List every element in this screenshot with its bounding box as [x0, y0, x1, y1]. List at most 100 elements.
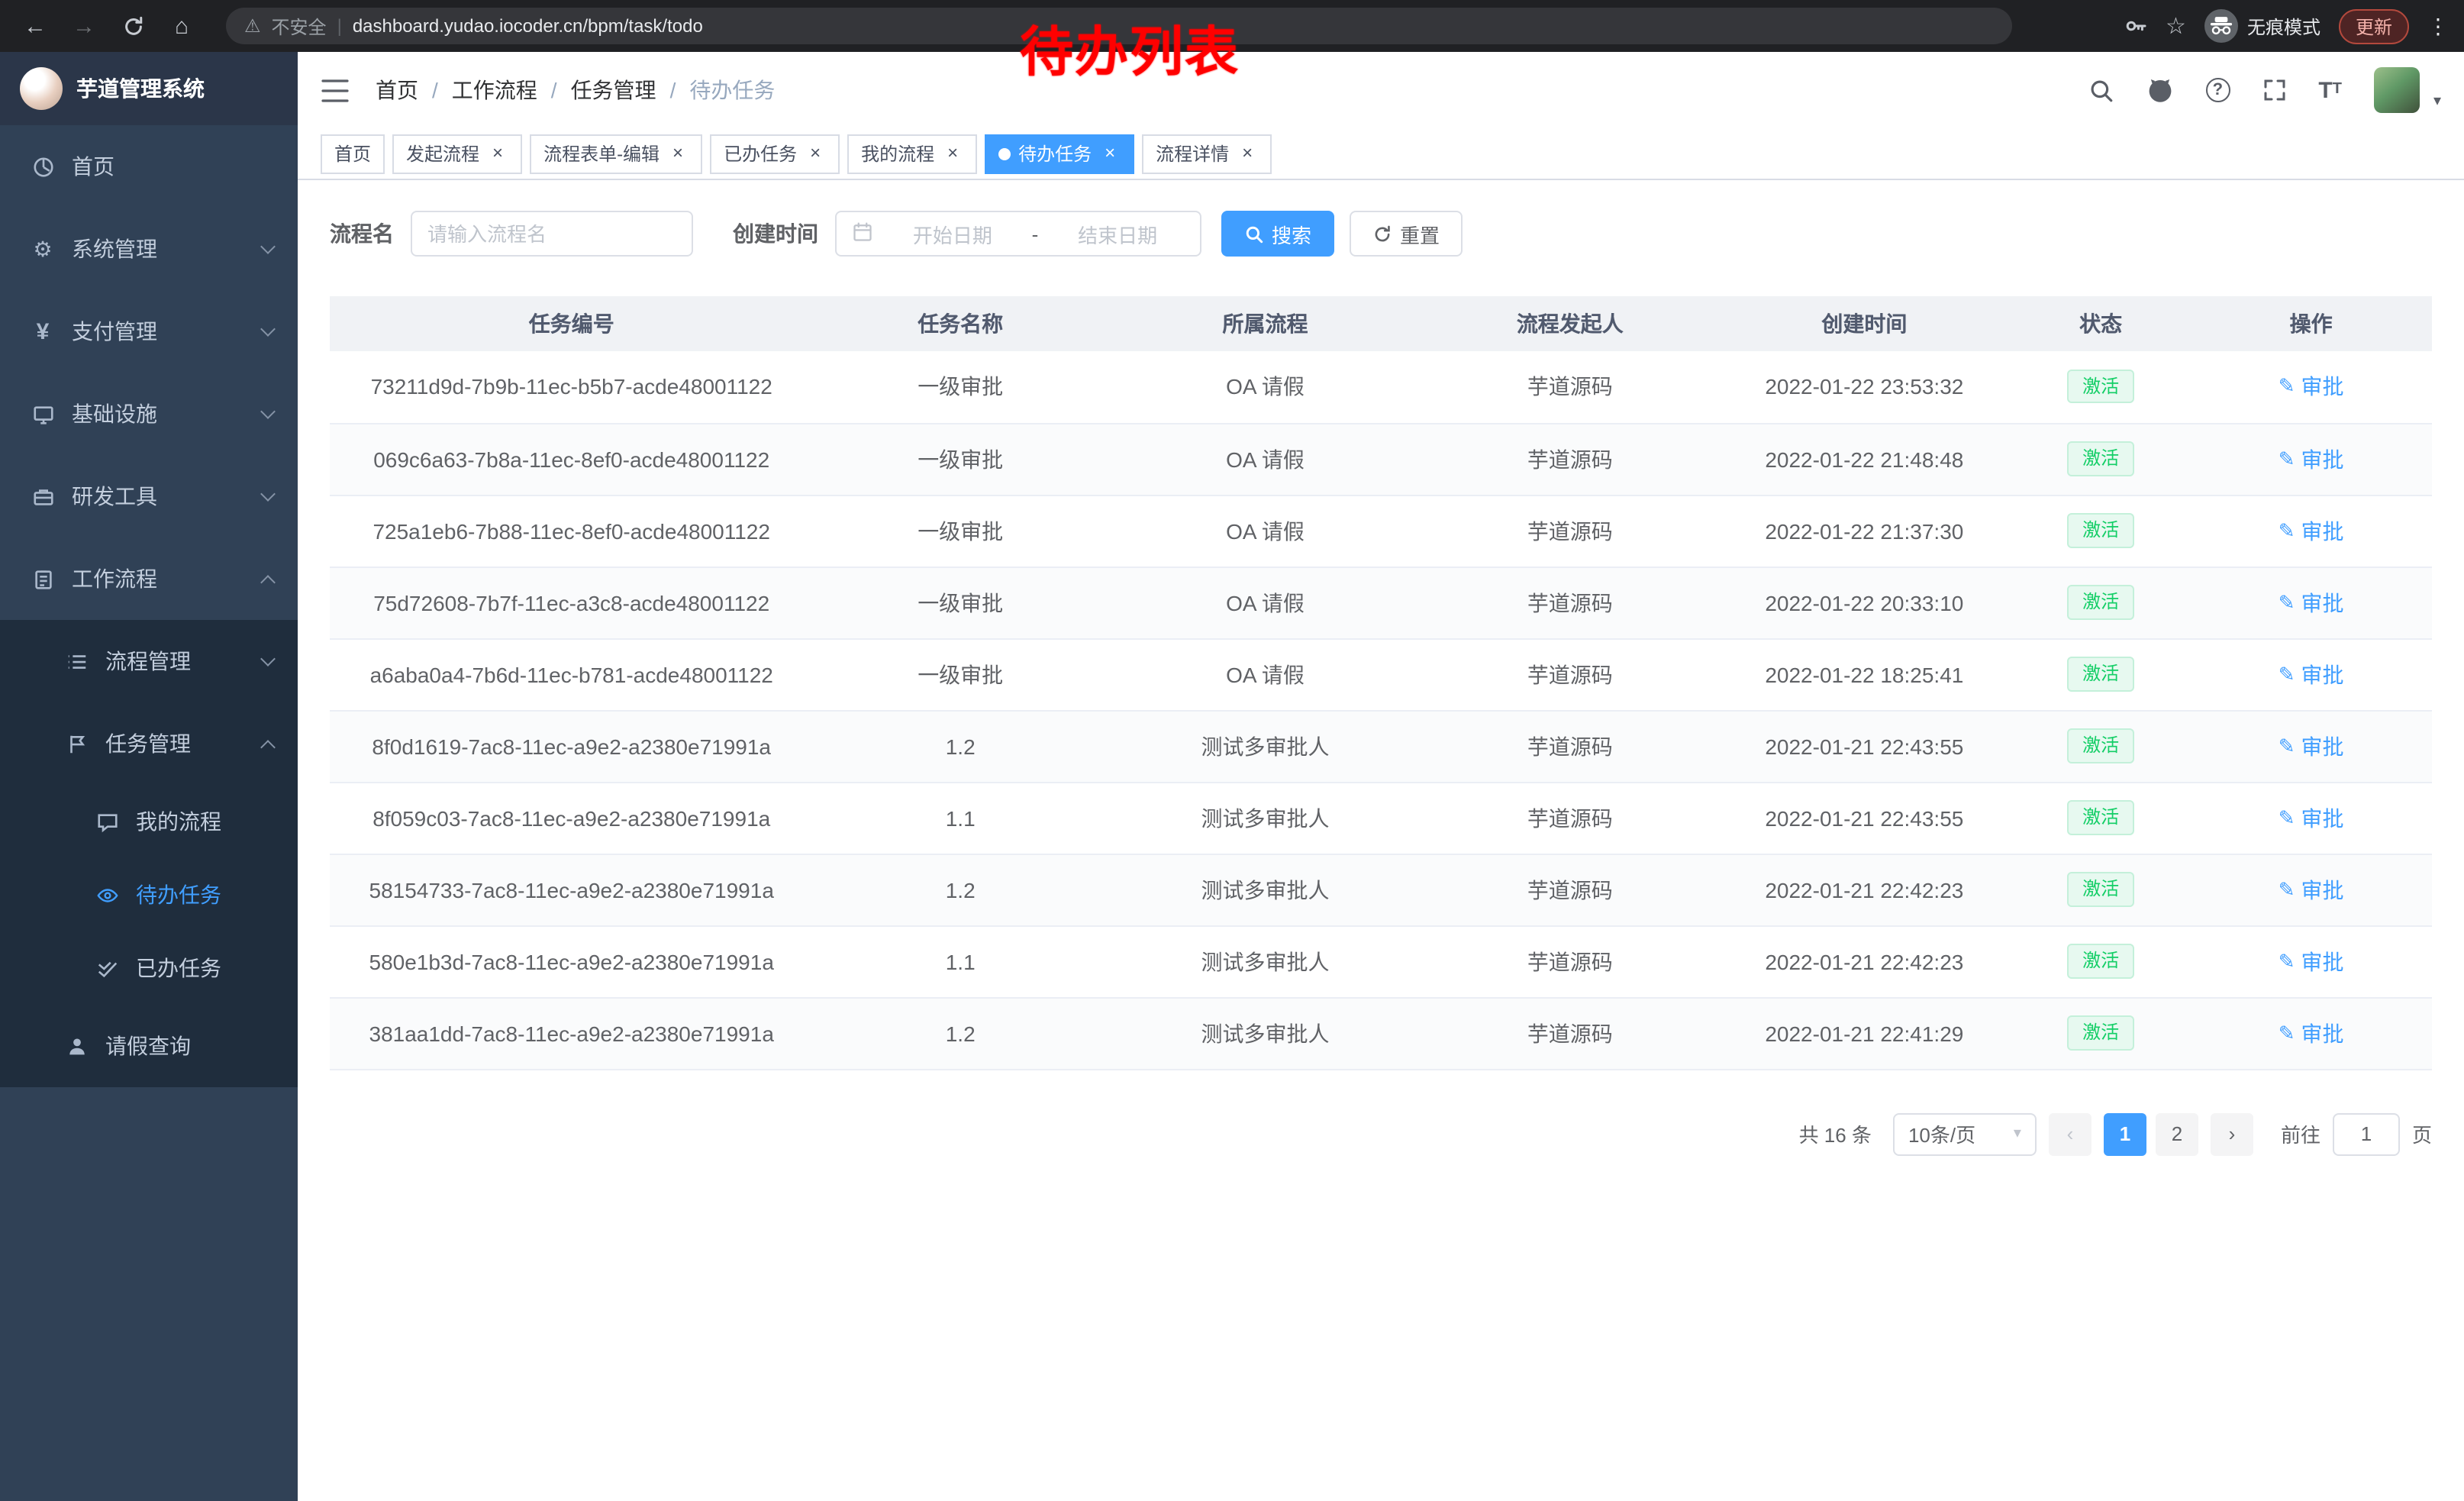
tab-close-icon[interactable]: ×	[667, 143, 689, 164]
todo-table: 任务编号 任务名称 所属流程 流程发起人 创建时间 状态 操作 73211d9d…	[330, 296, 2432, 1070]
next-page-button[interactable]: ›	[2211, 1112, 2253, 1155]
tab-label: 流程详情	[1156, 140, 1229, 166]
reset-button[interactable]: 重置	[1350, 211, 1463, 257]
sidebar-item-payment[interactable]: ¥ 支付管理	[0, 290, 298, 373]
sidebar-item-system[interactable]: ⚙ 系统管理	[0, 208, 298, 290]
sidebar-item-process-mgmt[interactable]: 流程管理	[0, 620, 298, 702]
cell-action: ✎审批	[2190, 351, 2432, 423]
table-row[interactable]: 8f059c03-7ac8-11ec-a9e2-a2380e71991a 1.1…	[330, 782, 2432, 854]
browser-forward-icon[interactable]: →	[64, 6, 104, 46]
table-row[interactable]: 580e1b3d-7ac8-11ec-a9e2-a2380e71991a 1.1…	[330, 925, 2432, 997]
browser-back-icon[interactable]: ←	[15, 6, 55, 46]
top-navbar: 首页 / 工作流程 / 任务管理 / 待办任务 ?	[298, 52, 2464, 128]
table-row[interactable]: 75d72608-7b7f-11ec-a3c8-acde48001122 一级审…	[330, 567, 2432, 638]
browser-reload-icon[interactable]	[113, 6, 153, 46]
tab-2[interactable]: 流程表单-编辑×	[530, 134, 702, 173]
page-button-1[interactable]: 1	[2104, 1112, 2146, 1155]
github-icon[interactable]	[2146, 76, 2173, 104]
refresh-icon	[1372, 224, 1392, 244]
tab-close-icon[interactable]: ×	[487, 143, 508, 164]
cell-status: 激活	[2011, 495, 2190, 567]
password-key-icon[interactable]	[2123, 14, 2147, 38]
table-row[interactable]: 58154733-7ac8-11ec-a9e2-a2380e71991a 1.2…	[330, 854, 2432, 925]
search-button-icon	[1244, 224, 1264, 244]
page-button-2[interactable]: 2	[2156, 1112, 2198, 1155]
sidebar-item-label: 流程管理	[105, 646, 191, 676]
tab-5[interactable]: 待办任务×	[985, 134, 1134, 173]
table-row[interactable]: a6aba0a4-7b6d-11ec-b781-acde48001122 一级审…	[330, 638, 2432, 710]
chevron-down-icon: ▾	[2014, 1125, 2021, 1142]
search-icon[interactable]	[2088, 77, 2114, 103]
breadcrumb-task-mgmt[interactable]: 任务管理	[571, 75, 656, 105]
update-button[interactable]: 更新	[2339, 8, 2409, 44]
tab-close-icon[interactable]: ×	[942, 143, 963, 164]
tab-close-icon[interactable]: ×	[1099, 143, 1121, 164]
tab-4[interactable]: 我的流程×	[847, 134, 977, 173]
sidebar-item-todo-tasks[interactable]: 待办任务	[0, 858, 298, 931]
flag-icon	[64, 732, 89, 755]
approve-link[interactable]: ✎审批	[2279, 587, 2344, 618]
cell-action: ✎审批	[2190, 710, 2432, 782]
approve-link[interactable]: ✎审批	[2279, 946, 2344, 976]
avatar[interactable]	[2374, 67, 2420, 113]
help-icon[interactable]: ?	[2205, 78, 2230, 102]
browser-menu-icon[interactable]: ⋮	[2427, 13, 2449, 39]
table-row[interactable]: 069c6a63-7b8a-11ec-8ef0-acde48001122 一级审…	[330, 423, 2432, 495]
approve-link[interactable]: ✎审批	[2279, 515, 2344, 546]
cell-initiator: 芋道源码	[1423, 854, 1717, 925]
table-row[interactable]: 73211d9d-7b9b-11ec-b5b7-acde48001122 一级审…	[330, 351, 2432, 423]
search-button[interactable]: 搜索	[1221, 211, 1334, 257]
tab-3[interactable]: 已办任务×	[710, 134, 840, 173]
sidebar-toggle-icon[interactable]	[321, 75, 351, 105]
font-size-icon[interactable]: TT	[2318, 79, 2342, 102]
breadcrumb: 首页 / 工作流程 / 任务管理 / 待办任务	[376, 75, 775, 105]
goto-page-input[interactable]	[2333, 1112, 2400, 1155]
breadcrumb-home[interactable]: 首页	[376, 75, 418, 105]
cell-task-name: 1.2	[813, 854, 1108, 925]
process-name-input[interactable]	[411, 211, 693, 257]
tab-0[interactable]: 首页	[321, 134, 385, 173]
approve-link[interactable]: ✎审批	[2279, 444, 2344, 474]
date-range-picker[interactable]: 开始日期 - 结束日期	[835, 211, 1201, 257]
approve-link[interactable]: ✎审批	[2279, 372, 2344, 402]
incognito-label: 无痕模式	[2247, 13, 2320, 39]
approve-link[interactable]: ✎审批	[2279, 659, 2344, 689]
app-logo-row[interactable]: 芋道管理系统	[0, 52, 298, 125]
breadcrumb-workflow[interactable]: 工作流程	[452, 75, 537, 105]
sidebar-item-devtools[interactable]: 研发工具	[0, 455, 298, 537]
chevron-up-icon	[260, 574, 276, 589]
tab-close-icon[interactable]: ×	[1237, 143, 1258, 164]
tab-6[interactable]: 流程详情 ×	[1142, 134, 1272, 173]
prev-page-button[interactable]: ‹	[2049, 1112, 2091, 1155]
sidebar-item-done-tasks[interactable]: 已办任务	[0, 931, 298, 1005]
browser-home-icon[interactable]: ⌂	[162, 6, 202, 46]
sidebar-item-leave-query[interactable]: 请假查询	[0, 1005, 298, 1087]
avatar-caret-icon[interactable]: ▾	[2433, 93, 2441, 113]
table-row[interactable]: 725a1eb6-7b88-11ec-8ef0-acde48001122 一级审…	[330, 495, 2432, 567]
sidebar-item-my-process[interactable]: 我的流程	[0, 785, 298, 858]
tab-1[interactable]: 发起流程×	[392, 134, 522, 173]
approve-link[interactable]: ✎审批	[2279, 731, 2344, 761]
sidebar-item-workflow[interactable]: 工作流程	[0, 537, 298, 620]
incognito-icon	[2204, 9, 2238, 43]
sidebar-item-home[interactable]: 首页	[0, 125, 298, 208]
navbar-actions: ? TT ▾	[2088, 67, 2441, 113]
approve-link[interactable]: ✎审批	[2279, 1018, 2344, 1048]
table-row[interactable]: 8f0d1619-7ac8-11ec-a9e2-a2380e71991a 1.2…	[330, 710, 2432, 782]
approve-link[interactable]: ✎审批	[2279, 874, 2344, 905]
sidebar-item-label: 支付管理	[72, 316, 157, 347]
sidebar-item-task-mgmt[interactable]: 任务管理	[0, 702, 298, 785]
status-badge: 激活	[2067, 1016, 2134, 1051]
cell-created: 2022-01-22 21:37:30	[1717, 495, 2012, 567]
table-row[interactable]: 381aa1dd-7ac8-11ec-a9e2-a2380e71991a 1.2…	[330, 997, 2432, 1069]
sidebar-item-infra[interactable]: 基础设施	[0, 373, 298, 455]
page-size-select[interactable]: 10条/页 ▾	[1893, 1112, 2037, 1155]
approve-label: 审批	[2301, 874, 2344, 905]
bookmark-star-icon[interactable]: ☆	[2166, 12, 2186, 40]
approve-link[interactable]: ✎审批	[2279, 802, 2344, 833]
gear-icon: ⚙	[31, 236, 55, 262]
cell-task-id: 75d72608-7b7f-11ec-a3c8-acde48001122	[330, 567, 813, 638]
yen-icon: ¥	[31, 318, 55, 344]
fullscreen-icon[interactable]	[2262, 78, 2286, 102]
tab-close-icon[interactable]: ×	[805, 143, 826, 164]
